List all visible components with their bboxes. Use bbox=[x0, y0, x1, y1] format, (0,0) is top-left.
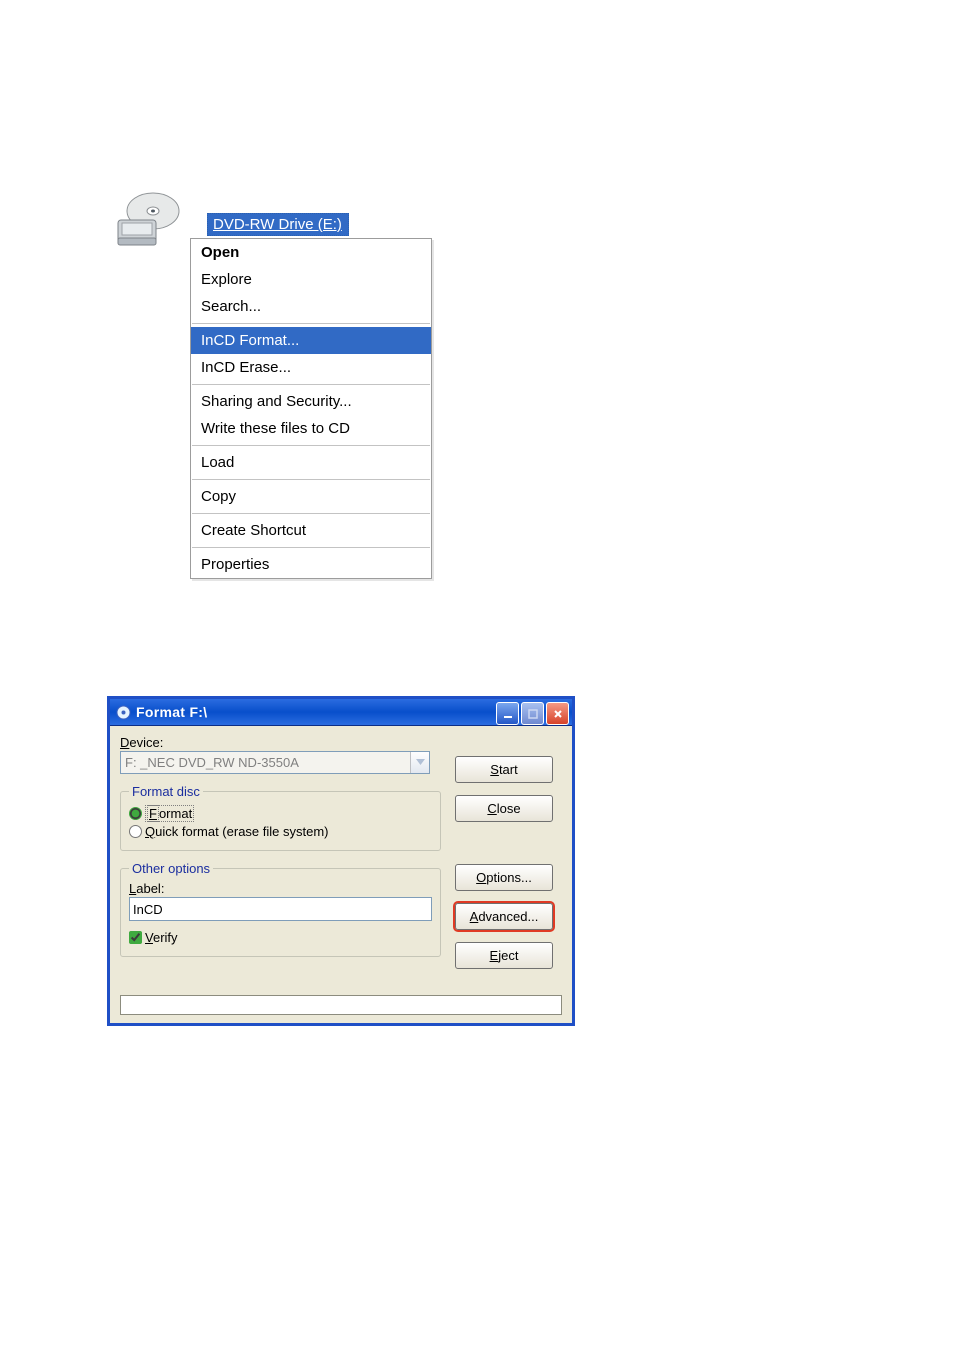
ctx-separator bbox=[192, 479, 430, 480]
start-button[interactable]: Start bbox=[455, 756, 553, 783]
app-disc-icon bbox=[116, 705, 131, 720]
ctx-explore[interactable]: Explore bbox=[191, 266, 431, 293]
options-button[interactable]: Options... bbox=[455, 864, 553, 891]
ctx-write-cd[interactable]: Write these files to CD bbox=[191, 415, 431, 442]
close-button[interactable] bbox=[546, 702, 569, 725]
radio-quick-label: Quick format (erase file system) bbox=[145, 824, 329, 839]
ctx-search[interactable]: Search... bbox=[191, 293, 431, 320]
other-options-group: Other options Label: Verify bbox=[120, 861, 441, 957]
ctx-incd-format[interactable]: InCD Format... bbox=[191, 327, 431, 354]
radio-quick-format[interactable] bbox=[129, 825, 142, 838]
label-field-label: Label: bbox=[129, 881, 432, 896]
drive-title[interactable]: DVD-RW Drive (E:) bbox=[207, 213, 349, 236]
device-label: Device: bbox=[120, 735, 441, 750]
radio-format[interactable] bbox=[129, 807, 142, 820]
ctx-incd-erase[interactable]: InCD Erase... bbox=[191, 354, 431, 381]
verify-checkbox[interactable] bbox=[129, 931, 142, 944]
ctx-separator bbox=[192, 384, 430, 385]
dialog-title: Format F:\ bbox=[136, 704, 207, 720]
maximize-button bbox=[521, 702, 544, 725]
device-combo[interactable]: F: _NEC DVD_RW ND-3550A bbox=[120, 751, 430, 774]
close-dialog-button[interactable]: Close bbox=[455, 795, 553, 822]
eject-button[interactable]: Eject bbox=[455, 942, 553, 969]
advanced-button[interactable]: Advanced... bbox=[455, 903, 553, 930]
ctx-shortcut[interactable]: Create Shortcut bbox=[191, 517, 431, 544]
ctx-sharing[interactable]: Sharing and Security... bbox=[191, 388, 431, 415]
verify-label: Verify bbox=[145, 930, 178, 945]
device-value: F: _NEC DVD_RW ND-3550A bbox=[125, 755, 299, 770]
ctx-open[interactable]: Open bbox=[191, 239, 431, 266]
label-input[interactable] bbox=[129, 897, 432, 921]
context-menu: Open Explore Search... InCD Format... In… bbox=[190, 238, 432, 579]
disc-drive-icon bbox=[115, 192, 190, 248]
ctx-separator bbox=[192, 445, 430, 446]
format-disc-group: Format disc Format Quick format (erase f… bbox=[120, 784, 441, 851]
dialog-titlebar: Format F:\ bbox=[110, 699, 572, 726]
ctx-copy[interactable]: Copy bbox=[191, 483, 431, 510]
other-options-legend: Other options bbox=[129, 861, 213, 876]
ctx-separator bbox=[192, 513, 430, 514]
minimize-button[interactable] bbox=[496, 702, 519, 725]
ctx-separator bbox=[192, 547, 430, 548]
ctx-load[interactable]: Load bbox=[191, 449, 431, 476]
format-dialog: Format F:\ Device: bbox=[107, 696, 575, 1026]
format-disc-legend: Format disc bbox=[129, 784, 203, 799]
combo-dropdown-button[interactable] bbox=[410, 752, 429, 773]
progress-bar bbox=[120, 995, 562, 1015]
ctx-separator bbox=[192, 323, 430, 324]
ctx-properties[interactable]: Properties bbox=[191, 551, 431, 578]
